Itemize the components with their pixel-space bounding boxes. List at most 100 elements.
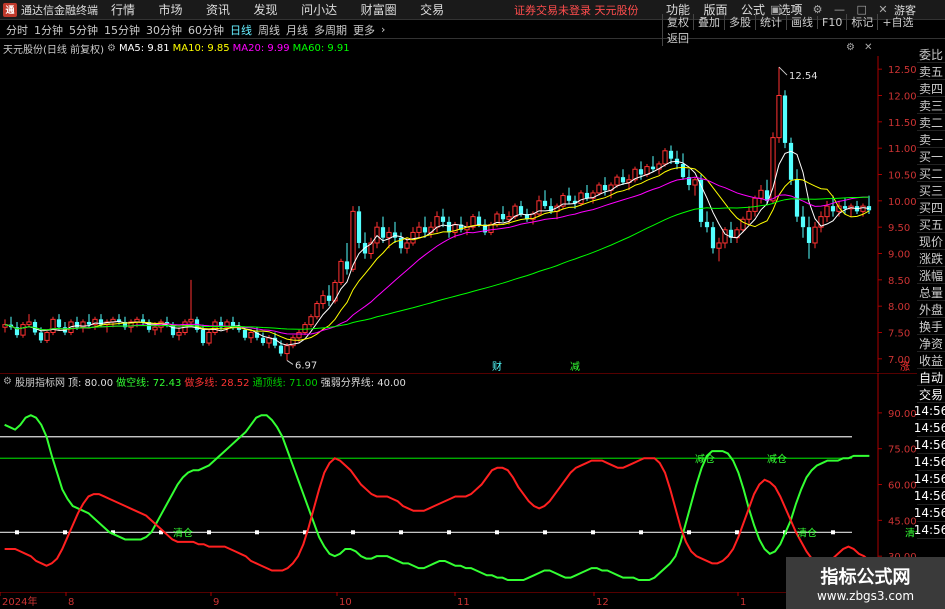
quote-panel-item[interactable]: 买五 xyxy=(917,216,945,233)
period-30min[interactable]: 30分钟 xyxy=(146,22,182,38)
candle-up xyxy=(20,324,26,336)
menu-item-caifuquan[interactable]: 财富圈 xyxy=(361,1,397,18)
tool-zixuan[interactable]: +自选 xyxy=(877,13,917,30)
candle-down xyxy=(680,163,686,178)
quote-panel-item[interactable]: 涨跌 xyxy=(917,250,945,267)
tool-biaoji[interactable]: 标记 xyxy=(846,13,877,30)
quote-panel-item[interactable]: 14:56 xyxy=(914,420,945,437)
quote-panel-item[interactable]: 委比 xyxy=(917,46,945,63)
quote-panel-item[interactable]: 换手 xyxy=(917,318,945,335)
quote-panel-item[interactable]: 14:56 xyxy=(914,488,945,505)
candle-up xyxy=(746,210,752,220)
candle-up xyxy=(26,321,32,326)
candle-down xyxy=(710,227,716,249)
signal-label: 减仓 xyxy=(767,452,787,465)
candlestick-chart[interactable]: 7.007.508.008.509.009.5010.0010.5011.001… xyxy=(0,56,917,372)
candle-up xyxy=(578,192,584,204)
quote-panel-item[interactable]: 14:56 xyxy=(914,437,945,454)
tool-fanhui[interactable]: 返回 xyxy=(662,29,693,46)
trade-notice[interactable]: 证券交易未登录 天元股份 xyxy=(514,2,639,18)
period-fenshi[interactable]: 分时 xyxy=(6,22,28,38)
menu-item-wenxiaoda[interactable]: 问小达 xyxy=(301,1,337,18)
candle-up xyxy=(50,318,56,334)
quote-panel-item[interactable]: 净资 xyxy=(917,335,945,352)
x-tick-label: 11 xyxy=(457,597,470,608)
gear-icon[interactable]: ⚙ xyxy=(846,42,855,53)
candle-up xyxy=(302,324,308,334)
tool-diejia[interactable]: 叠加 xyxy=(693,13,724,30)
period-multi[interactable]: 多周期 xyxy=(314,22,347,38)
quote-panel-item[interactable]: 买四 xyxy=(917,199,945,216)
main-menu: 行情 市场 资讯 发现 问小达 财富圈 交易 xyxy=(111,1,464,18)
quote-panel-item[interactable]: 14:56 xyxy=(914,454,945,471)
candle-up xyxy=(212,321,218,334)
ma5-value: MA5: 9.81 xyxy=(118,42,170,54)
app-logo-icon: 通 xyxy=(3,2,17,17)
quote-panel-item[interactable]: 卖二 xyxy=(917,114,945,131)
quote-panel-item[interactable]: 外盘 xyxy=(917,301,945,318)
menu-item-zixun[interactable]: 资讯 xyxy=(206,1,230,18)
period-60min[interactable]: 60分钟 xyxy=(188,22,224,38)
stock-title[interactable]: 天元股份(日线 前复权) xyxy=(3,41,104,56)
quote-panel-item[interactable]: 买三 xyxy=(917,182,945,199)
date-axis: 2024年 8 9 10 11 12 1 xyxy=(0,592,917,608)
candle-down xyxy=(242,329,248,338)
chevron-right-icon[interactable]: › xyxy=(381,23,385,36)
period-5min[interactable]: 5分钟 xyxy=(69,22,98,38)
candle-up xyxy=(308,316,314,326)
level-dot xyxy=(495,530,499,535)
tool-f10[interactable]: F10 xyxy=(817,15,846,29)
period-daily[interactable]: 日线 xyxy=(230,22,252,38)
candle-down xyxy=(326,295,332,301)
tool-duogu[interactable]: 多股 xyxy=(724,13,755,30)
level-dot xyxy=(543,530,547,535)
candle-down xyxy=(440,216,446,222)
quote-panel-item[interactable]: 14:56 xyxy=(914,403,945,420)
quote-panel-item[interactable]: 14:56 xyxy=(914,471,945,488)
period-more[interactable]: 更多 xyxy=(353,22,375,38)
level-dot xyxy=(255,530,259,535)
quote-panel-item[interactable]: 涨幅 xyxy=(917,267,945,284)
quote-panel-item[interactable]: 14:56 xyxy=(914,522,945,539)
period-monthly[interactable]: 月线 xyxy=(286,22,308,38)
quote-panel-item[interactable]: 卖三 xyxy=(917,97,945,114)
candle-up xyxy=(248,332,254,339)
menu-item-jiaoyi[interactable]: 交易 xyxy=(420,1,444,18)
quote-panel-item[interactable]: 收益 xyxy=(917,352,945,369)
y-tick-label: 75.00 xyxy=(888,445,917,456)
quote-panel-item[interactable]: 卖五 xyxy=(917,63,945,80)
candle-down xyxy=(800,216,806,228)
period-1min[interactable]: 1分钟 xyxy=(34,22,63,38)
level-dot xyxy=(735,530,739,535)
tool-fuquan[interactable]: 复权 xyxy=(662,13,693,30)
quote-panel-item[interactable]: 交易 xyxy=(917,386,945,403)
menu-item-shichang[interactable]: 市场 xyxy=(159,1,183,18)
period-15min[interactable]: 15分钟 xyxy=(104,22,140,38)
signal-label: 清仓 xyxy=(173,526,193,539)
quote-panel-item[interactable]: 买一 xyxy=(917,148,945,165)
indicator-line xyxy=(4,414,870,582)
candle-down xyxy=(584,192,590,199)
y-tick-label: 8.00 xyxy=(888,302,910,313)
quote-panel-item[interactable]: 总量 xyxy=(917,284,945,301)
period-weekly[interactable]: 周线 xyxy=(258,22,280,38)
indicator-chart[interactable]: 30.0045.0060.0075.0090.00清仓减仓减仓清仓清仓 xyxy=(0,373,917,592)
candle-down xyxy=(422,227,428,233)
menu-item-faxian[interactable]: 发现 xyxy=(254,1,278,18)
tool-huaxian[interactable]: 画线 xyxy=(786,13,817,30)
menu-item-hangqing[interactable]: 行情 xyxy=(111,1,135,18)
quote-panel-item[interactable]: 现价 xyxy=(917,233,945,250)
quote-panel-item[interactable]: 买二 xyxy=(917,165,945,182)
quote-panel-item[interactable]: 14:56 xyxy=(914,505,945,522)
candle-up xyxy=(506,216,512,220)
candle-down xyxy=(200,329,206,344)
quote-panel-item[interactable]: 卖一 xyxy=(917,131,945,148)
quote-panel-item[interactable]: 自动 xyxy=(917,369,945,386)
signal-label: 清仓 xyxy=(797,526,817,539)
close-icon[interactable]: ✕ xyxy=(864,42,872,53)
tool-tongji[interactable]: 统计 xyxy=(755,13,786,30)
settings-gear-icon[interactable]: ⚙ xyxy=(107,43,116,54)
quote-panel-item[interactable]: 卖四 xyxy=(917,80,945,97)
quote-panel: 委比 卖五 卖四 卖三 卖二 卖一 买一 买二 买三 买四 买五 现价 涨跌 涨幅 总量 外盘 换手 净资 收益 自动… xyxy=(914,46,945,586)
candle-up xyxy=(206,332,212,344)
